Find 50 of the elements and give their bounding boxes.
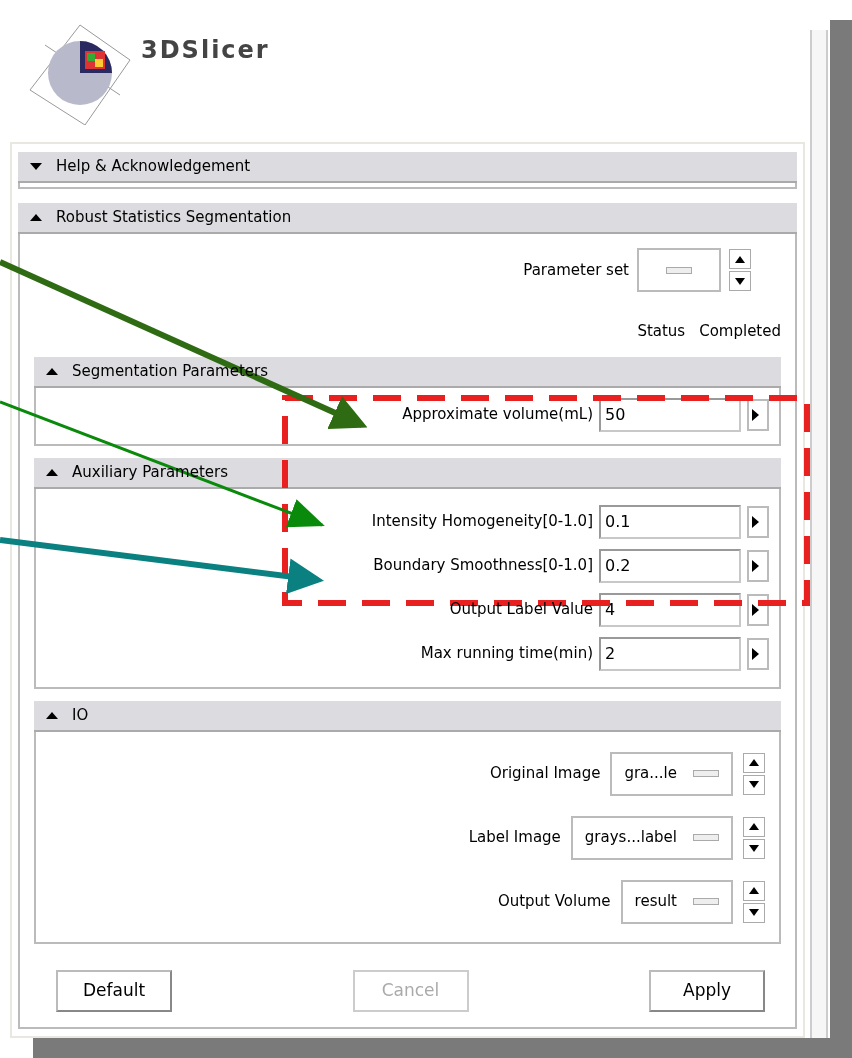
number-field[interactable]: 0.1 xyxy=(599,504,741,539)
spin-up-button[interactable] xyxy=(743,752,765,773)
number-field[interactable]: 50 xyxy=(599,397,741,432)
section-header[interactable]: Robust Statistics Segmentation xyxy=(18,203,797,234)
spin-up-button[interactable] xyxy=(743,880,765,901)
section-title: IO xyxy=(72,704,89,726)
number-field[interactable]: 0.2 xyxy=(599,548,741,583)
handle-icon xyxy=(693,770,719,777)
field-label: Max running time(min) xyxy=(420,643,593,665)
step-button[interactable] xyxy=(747,398,769,431)
field-label: Output Volume xyxy=(497,891,611,913)
handle-icon xyxy=(693,834,719,841)
section-title: Help & Acknowledgement xyxy=(56,156,251,178)
spin-down-button[interactable] xyxy=(729,271,751,291)
volume-dropdown[interactable]: gra...le xyxy=(610,751,733,796)
handle-icon xyxy=(693,898,719,905)
collapse-icon[interactable] xyxy=(46,711,58,719)
section-header[interactable]: IO xyxy=(34,700,781,732)
step-button[interactable] xyxy=(747,637,769,670)
collapse-icon[interactable] xyxy=(30,214,42,221)
collapse-icon[interactable] xyxy=(46,468,58,476)
spin-down-button[interactable] xyxy=(743,774,765,795)
step-button[interactable] xyxy=(747,593,769,626)
spin-down-button[interactable] xyxy=(743,902,765,923)
status-value: Completed xyxy=(699,321,781,342)
step-button[interactable] xyxy=(747,505,769,538)
handle-icon xyxy=(666,266,692,274)
logo-text: 3DSlicer xyxy=(141,35,270,66)
volume-dropdown[interactable]: grays...label xyxy=(570,815,733,860)
collapse-icon[interactable] xyxy=(46,367,58,375)
action-button[interactable]: Default xyxy=(56,969,172,1012)
field-label: Boundary Smoothness[0-1.0] xyxy=(373,555,593,577)
field-label: Original Image xyxy=(489,763,601,785)
action-button[interactable]: Apply xyxy=(649,969,765,1012)
number-field[interactable]: 2 xyxy=(599,636,741,671)
field-label: Label Image xyxy=(468,827,561,849)
expand-icon[interactable] xyxy=(30,163,42,170)
section-header[interactable]: Help & Acknowledgement xyxy=(18,152,797,183)
field-label: Intensity Homogeneity[0-1.0] xyxy=(371,511,593,533)
spin-up-button[interactable] xyxy=(729,249,751,269)
field-label: Approximate volume(mL) xyxy=(402,404,593,426)
step-button[interactable] xyxy=(747,549,769,582)
status-label: Status xyxy=(637,321,686,342)
field-label: Parameter set xyxy=(523,259,629,281)
spin-up-button[interactable] xyxy=(743,816,765,837)
section-title: Robust Statistics Segmentation xyxy=(56,207,292,229)
spin-down-button[interactable] xyxy=(743,838,765,859)
volume-dropdown[interactable]: result xyxy=(620,879,733,924)
field-label: Output Label Value xyxy=(449,599,593,621)
scrollbar[interactable] xyxy=(810,30,828,1038)
